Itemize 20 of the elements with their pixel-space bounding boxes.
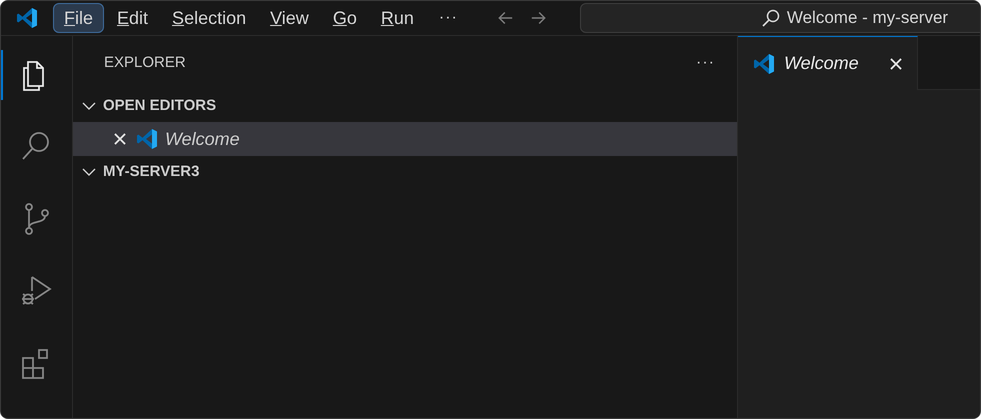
sidebar-title: EXPLORER (104, 52, 186, 73)
open-editor-item[interactable]: Welcome (73, 122, 737, 156)
section-header[interactable]: MY-SERVER3 (73, 156, 737, 188)
active-indicator (1, 50, 2, 100)
vscode-logo-icon (135, 127, 159, 151)
menu-item[interactable]: Run (370, 3, 425, 33)
vscode-logo-icon (752, 52, 776, 76)
menu-item[interactable]: Selection (161, 3, 258, 33)
vscode-logo-icon (15, 6, 39, 30)
editor-tab[interactable]: Welcome (738, 36, 918, 90)
more-menu-button[interactable]: ··· (438, 6, 458, 30)
menu-item[interactable]: Edit (106, 3, 160, 33)
menu-item[interactable]: View (259, 3, 320, 33)
menu-item[interactable]: Go (322, 3, 368, 33)
search-icon (760, 8, 781, 28)
more-actions-button[interactable]: ··· (696, 51, 715, 75)
command-center-search[interactable]: Welcome - my-server (580, 3, 980, 33)
section-header[interactable]: OPEN EDITORS (73, 90, 737, 122)
menu-item[interactable]: File (53, 3, 104, 33)
search-text: Welcome - my-server (786, 7, 948, 30)
